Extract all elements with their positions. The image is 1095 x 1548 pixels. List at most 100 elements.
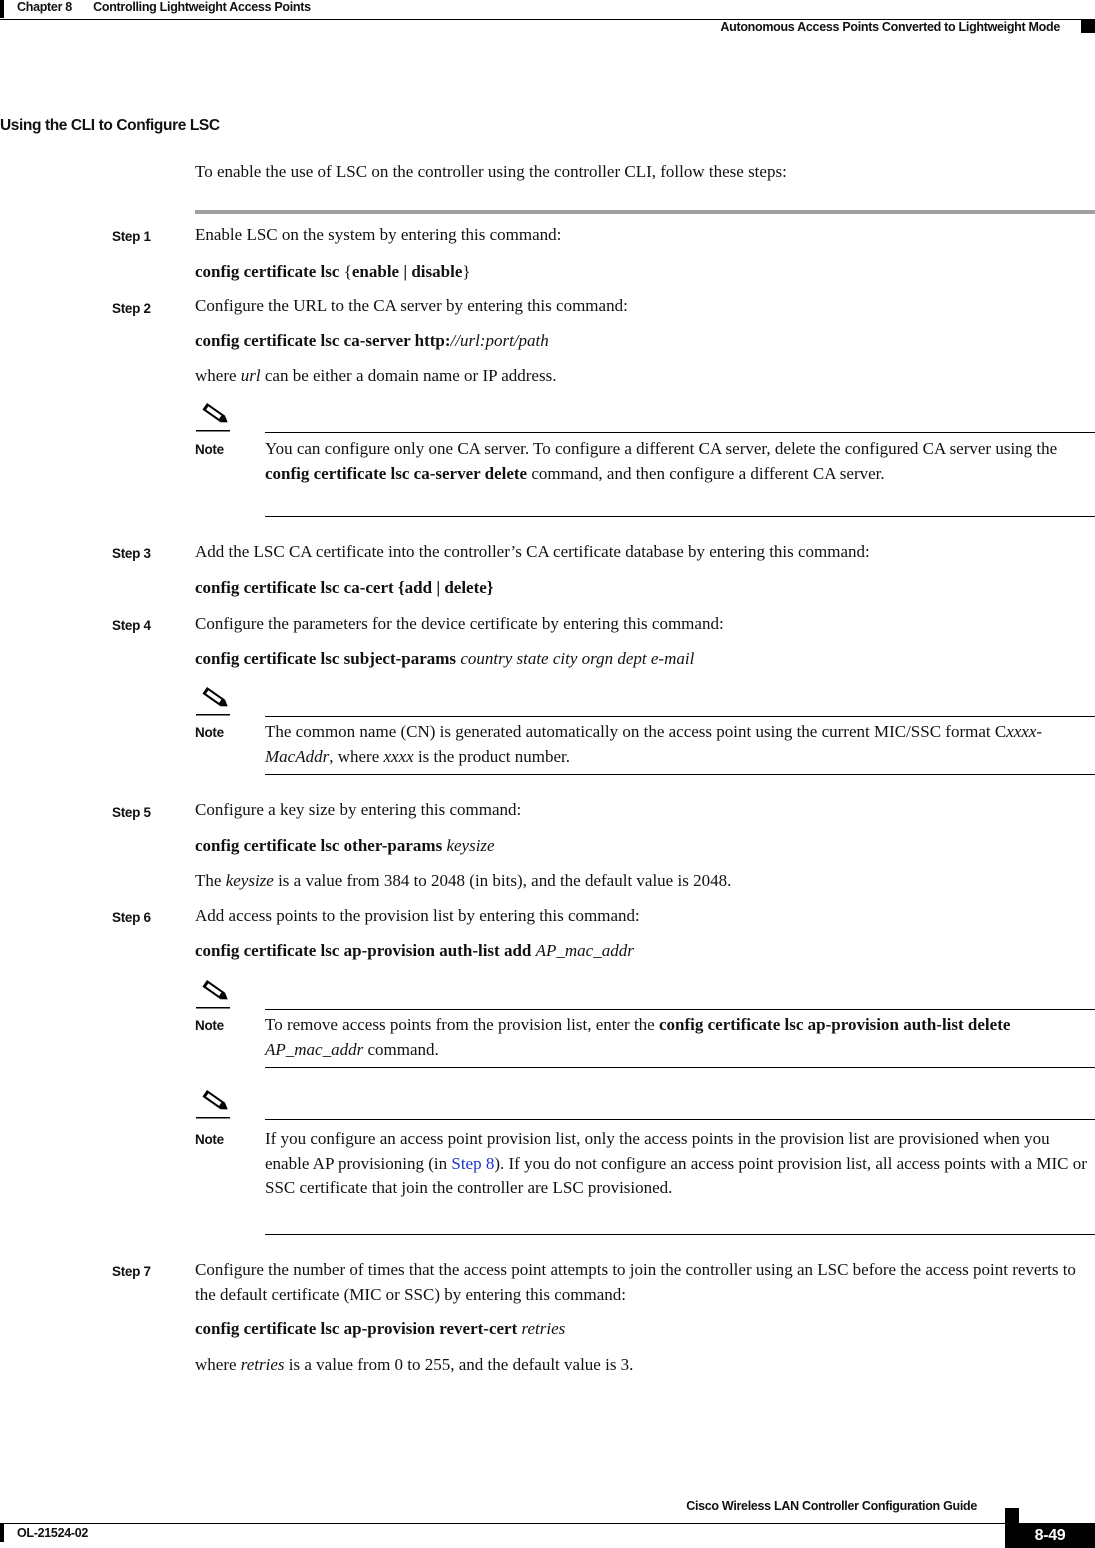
step-2-text: Configure the URL to the CA server by en… [195,296,628,315]
cmd-separator: | [432,578,445,597]
cmd-bold: config certificate lsc other-params [195,836,443,855]
step-3-label: Step 3 [112,546,151,561]
cmd-bold: config certificate lsc ca-cert { [195,578,405,597]
footer-block-marker [1005,1508,1019,1524]
cmd-separator: | [399,262,412,281]
note-text: The common name (CN) is generated automa… [265,722,1007,741]
page-number: 8-49 [1005,1524,1095,1548]
section-header: Autonomous Access Points Converted to Li… [720,20,1060,34]
chapter-title: Controlling Lightweight Access Points [93,0,311,14]
step-3-command: config certificate lsc ca-cert {add | de… [195,578,494,598]
step-5-label: Step 5 [112,805,151,820]
detail-arg: url [240,366,261,385]
cmd-bold: config certificate lsc subject-params [195,649,457,668]
step-3-text: Add the LSC CA certificate into the cont… [195,542,870,561]
step-8-link[interactable]: Step 8 [451,1154,494,1173]
note-arg: xxxx [383,746,414,766]
note-top-rule [265,716,1095,717]
header-block-marker [1081,20,1095,33]
footer-marker-bar [0,1524,4,1542]
step-7-detail: where retries is a value from 0 to 255, … [195,1355,633,1375]
note-text: To remove access points from the provisi… [265,1015,659,1034]
detail-text: where [195,366,241,385]
note-text: You can configure only one CA server. To… [265,439,1058,458]
step-7-label: Step 7 [112,1264,151,1279]
note-bottom-rule [265,516,1095,517]
note-label: Note [195,725,224,740]
note-text: , where [329,746,384,766]
note-text: command. [363,1039,439,1059]
detail-text: is a value from 0 to 255, and the defaul… [284,1355,634,1374]
note-pencil-icon [196,1090,230,1119]
cmd-bold: config certificate lsc [195,262,344,281]
note-pencil-icon [196,687,230,716]
note-arg: AP_mac_addr [265,1039,364,1059]
cmd-bold: config certificate lsc ap-provision auth… [195,941,532,960]
step-2-label: Step 2 [112,301,151,316]
detail-arg: keysize [225,871,274,890]
detail-text: can be either a domain name or IP addres… [260,366,557,385]
note-command: config certificate lsc ap-provision auth… [658,1015,1011,1034]
step-5-command: config certificate lsc other-params keys… [195,836,495,856]
step-2-command: config certificate lsc ca-server http://… [195,331,549,351]
detail-arg: retries [240,1355,285,1374]
brace-close: } [462,262,471,281]
note-top-rule [265,1009,1095,1010]
step-4-label: Step 4 [112,618,151,633]
intro-text: To enable the use of LSC on the controll… [195,162,787,181]
step-4-text: Configure the parameters for the device … [195,614,724,633]
detail-text: The [195,871,226,890]
cmd-arg: keysize [446,836,495,855]
step-6-command: config certificate lsc ap-provision auth… [195,941,634,961]
step-7-text: Configure the number of times that the a… [195,1260,1076,1304]
note-body: The common name (CN) is generated automa… [265,720,1095,769]
step-5-detail: The keysize is a value from 384 to 2048 … [195,871,731,891]
detail-text: where [195,1355,241,1374]
header-marker-bar [0,0,4,18]
step-6-label: Step 6 [112,910,151,925]
note-body: To remove access points from the provisi… [265,1013,1095,1062]
note-text: command, and then configure a different … [527,463,885,483]
document-number: OL-21524-02 [17,1526,89,1540]
step-5-text: Configure a key size by entering this co… [195,800,522,819]
note-label: Note [195,1018,224,1033]
chapter-header: Chapter 8 Controlling Lightweight Access… [17,0,311,14]
note-top-rule [265,432,1095,433]
note-bottom-rule [265,1234,1095,1235]
section-title: Using the CLI to Configure LSC [0,117,220,134]
cmd-option-add: add [404,578,433,597]
step-6-text: Add access points to the provision list … [195,906,640,925]
note-bottom-rule [265,1067,1095,1068]
note-text: is the product number. [413,746,570,766]
cmd-arg: AP_mac_addr [535,941,634,960]
guide-title: Cisco Wireless LAN Controller Configurat… [686,1499,977,1513]
note-bottom-rule [265,774,1095,775]
cmd-option-disable: disable [411,262,463,281]
cmd-option-delete: delete [444,578,487,597]
step-1-command: config certificate lsc {enable | disable… [195,262,471,282]
cmd-args: country state city orgn dept e-mail [460,649,695,668]
note-top-rule [265,1119,1095,1120]
note-body: If you configure an access point provisi… [265,1127,1095,1201]
step-1-label: Step 1 [112,229,151,244]
cmd-option-enable: enable [351,262,400,281]
cmd-arg: //url:port/path [450,331,549,350]
chapter-number: Chapter 8 [17,0,72,14]
step-7-command: config certificate lsc ap-provision reve… [195,1319,565,1339]
note-label: Note [195,442,224,457]
cmd-bold: config certificate lsc ca-server http: [195,331,451,350]
cmd-bold: } [486,578,494,597]
note-pencil-icon [196,403,230,432]
procedure-rule [195,210,1095,214]
step-4-command: config certificate lsc subject-params co… [195,649,694,669]
brace-open: { [343,262,352,281]
cmd-arg: retries [521,1319,566,1338]
step-1-text: Enable LSC on the system by entering thi… [195,225,562,244]
footer-rule [0,1523,1095,1524]
note-body: You can configure only one CA server. To… [265,437,1095,486]
step-2-detail: where url can be either a domain name or… [195,366,556,386]
cmd-bold: config certificate lsc ap-provision reve… [195,1319,518,1338]
note-label: Note [195,1132,224,1147]
note-pencil-icon [196,980,230,1009]
detail-text: is a value from 384 to 2048 (in bits), a… [273,871,732,890]
